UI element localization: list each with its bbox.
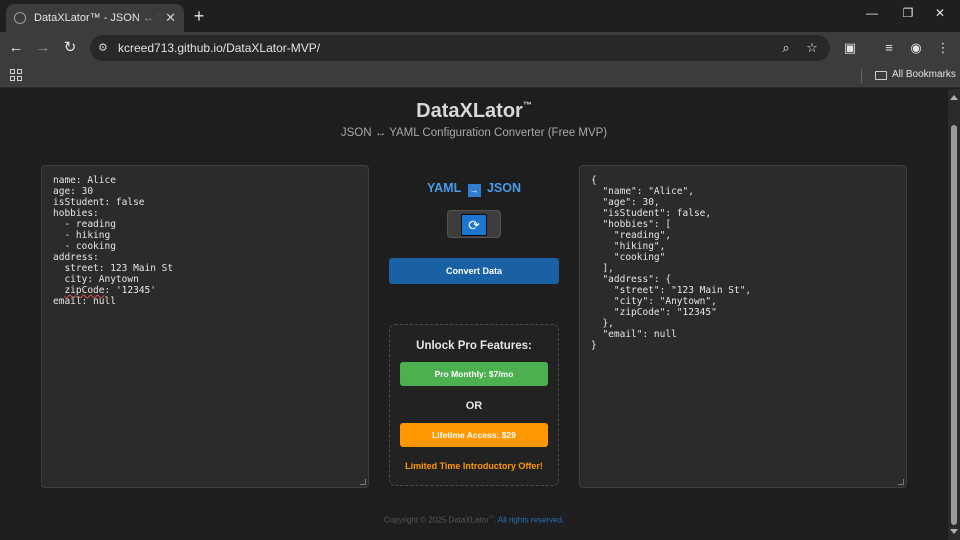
page-content: DataXLator™ JSON ↔ YAML Configuration Co…	[0, 89, 948, 540]
page-title: DataXLator™	[416, 100, 532, 122]
globe-icon	[14, 12, 26, 24]
spellcheck-word: zipCode	[64, 285, 105, 296]
window-close-icon[interactable]: ✕	[925, 6, 955, 20]
conversion-mode: YAML → JSON	[426, 181, 522, 197]
bookmark-star-icon[interactable]: ☆	[804, 40, 820, 56]
tab-close-icon[interactable]: ✕	[165, 10, 176, 26]
bookmarks-bar: All Bookmarks	[0, 64, 960, 88]
reading-list-icon[interactable]: ≡	[881, 40, 897, 55]
browser-tab[interactable]: DataXLator™ - JSON ↔ YAML Tr ✕	[6, 4, 184, 32]
restore-icon[interactable]: ❐	[893, 6, 923, 20]
swap-direction-button[interactable]: ⟳	[461, 214, 487, 236]
json-output-textarea[interactable]: { "name": "Alice", "age": 30, "isStudent…	[579, 165, 907, 488]
cast-icon[interactable]: ▣	[842, 40, 858, 56]
reload-icon[interactable]: ↻	[61, 39, 79, 57]
tab-title: DataXLator™ - JSON ↔ YAML Tr	[34, 12, 162, 24]
resize-handle[interactable]	[360, 479, 366, 485]
scroll-up-icon[interactable]	[950, 95, 958, 100]
forward-icon[interactable]: →	[34, 39, 52, 57]
resize-handle[interactable]	[898, 479, 904, 485]
bookmarks-divider	[861, 69, 862, 83]
back-icon[interactable]: ←	[7, 39, 25, 57]
yaml-input-textarea[interactable]: name: Alice age: 30 isStudent: false hob…	[41, 165, 369, 488]
page-scrollbar[interactable]	[948, 89, 960, 540]
scroll-thumb[interactable]	[951, 125, 957, 525]
folder-icon	[875, 71, 887, 80]
refresh-icon: ⟳	[468, 217, 480, 233]
offer-text: Limited Time Introductory Offer!	[405, 461, 543, 471]
pro-monthly-button[interactable]: Pro Monthly: $7/mo	[400, 362, 548, 386]
pro-title: Unlock Pro Features:	[416, 340, 532, 352]
minimize-icon[interactable]: —	[857, 6, 887, 20]
zoom-icon[interactable]: ⌕	[778, 40, 794, 56]
tab-strip: DataXLator™ - JSON ↔ YAML Tr ✕ + — ❐ ✕	[0, 0, 960, 32]
page-subtitle: JSON ↔ YAML Configuration Converter (Fre…	[340, 127, 608, 139]
lifetime-access-button[interactable]: Lifetime Access: $29	[400, 423, 548, 447]
apps-grid-icon[interactable]	[10, 69, 22, 81]
profile-icon[interactable]: ◉	[908, 40, 924, 56]
url-text[interactable]: kcreed713.github.io/DataXLator-MVP/	[118, 41, 320, 55]
address-bar[interactable]: ⚙ kcreed713.github.io/DataXLator-MVP/ ⌕ …	[90, 35, 830, 61]
new-tab-button[interactable]: +	[190, 6, 208, 26]
menu-icon[interactable]: ⋮	[935, 40, 951, 56]
arrow-right-icon: →	[467, 184, 481, 197]
scroll-down-icon[interactable]	[950, 529, 958, 534]
convert-data-button[interactable]: Convert Data	[389, 258, 559, 284]
pro-features-panel: Unlock Pro Features: Pro Monthly: $7/mo …	[389, 324, 559, 486]
site-info-icon[interactable]: ⚙	[98, 41, 112, 55]
all-bookmarks-link[interactable]: All Bookmarks	[892, 69, 956, 80]
or-label: OR	[465, 400, 483, 412]
footer: Copyright © 2025 DataXLator™. All rights…	[383, 515, 565, 525]
mode-toggle: ⟳	[447, 210, 501, 238]
